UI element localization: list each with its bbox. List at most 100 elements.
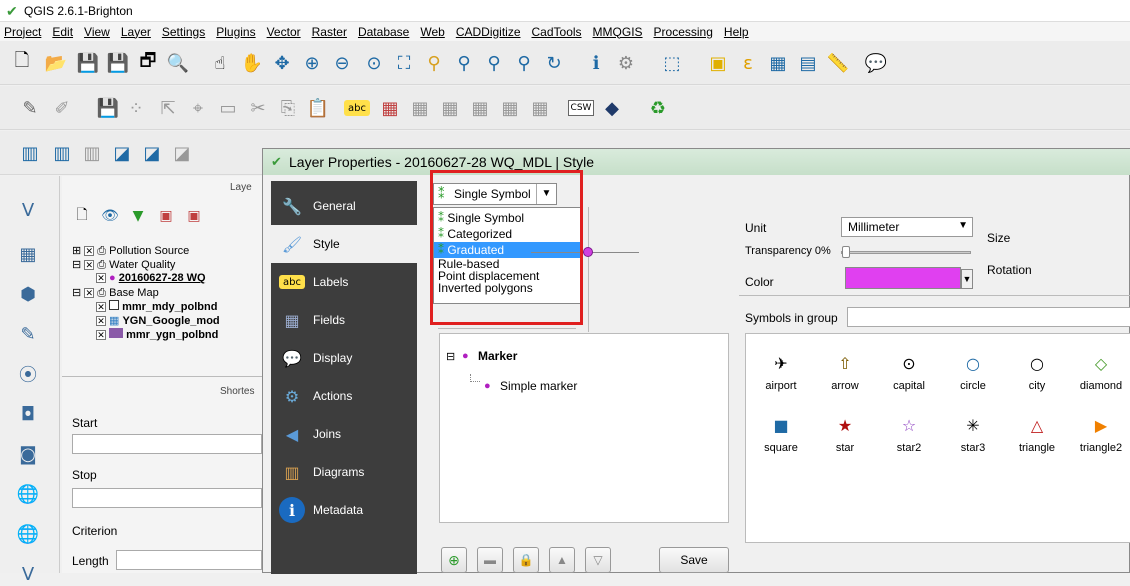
symbol-square[interactable]: ■ square xyxy=(750,416,812,454)
new-print-composer-icon[interactable]: 🗗 xyxy=(136,50,160,75)
menu-item-vector[interactable]: Vector xyxy=(267,25,301,39)
nav-item-labels[interactable]: abc Labels xyxy=(271,263,417,301)
chevron-down-icon[interactable]: ▼ xyxy=(958,220,968,231)
nav-item-actions[interactable]: ⚙ Actions xyxy=(271,377,417,415)
layer-item-base-map[interactable]: ⊟ ✕ ⎙ Base Map xyxy=(72,286,159,300)
composer-manager-icon[interactable]: 🔍 xyxy=(166,51,190,75)
statistics-icon[interactable]: ▤ xyxy=(796,51,820,75)
attribute-table-icon[interactable]: ▦ xyxy=(766,51,790,75)
node-tool-icon[interactable]: ⌖ xyxy=(186,96,210,120)
open-layer-styling-icon[interactable]: 🗋 xyxy=(70,204,94,228)
open-project-icon[interactable]: 📂 xyxy=(44,51,68,75)
symbols-group-input[interactable] xyxy=(847,307,1130,327)
length-input[interactable] xyxy=(116,550,262,570)
db-icon[interactable]: ◘ xyxy=(16,402,40,426)
move-down-button[interactable]: ▽ xyxy=(585,547,611,573)
wfs-icon[interactable]: ⦿ xyxy=(16,362,40,386)
menu-item-help[interactable]: Help xyxy=(724,25,749,39)
layer-checkbox[interactable]: ✕ xyxy=(96,316,106,327)
layer-item-wq[interactable]: ✕ ● 20160627-28 WQ xyxy=(96,272,206,284)
nav-item-metadata[interactable]: ℹ Metadata xyxy=(271,491,417,529)
zoom-full-icon[interactable]: ⛶ xyxy=(392,51,416,75)
layer-item-water-quality[interactable]: ⊟ ✕ ⎙ Water Quality xyxy=(72,258,175,272)
chevron-down-icon[interactable]: ▼ xyxy=(961,269,973,289)
openlayers-icon[interactable]: ◆ xyxy=(600,96,624,120)
nav-item-general[interactable]: 🔧 General xyxy=(271,187,417,225)
add-postgis-layer-icon[interactable]: ▥ xyxy=(80,141,104,165)
expand-all-icon[interactable]: ▣ xyxy=(154,204,178,228)
virtual-layer-icon[interactable]: V xyxy=(16,562,40,586)
stop-input[interactable] xyxy=(72,488,262,508)
measure-icon[interactable]: 📏 xyxy=(826,51,850,75)
tree-child-label[interactable]: Simple marker xyxy=(500,379,577,393)
tree-root-label[interactable]: Marker xyxy=(478,349,517,363)
move-up-button[interactable]: ▲ xyxy=(549,547,575,573)
add-symbol-layer-button[interactable]: ⊕ xyxy=(441,547,467,573)
collapse-icon[interactable]: ⊟ xyxy=(72,259,81,271)
pan-icon[interactable]: ✋ xyxy=(240,51,264,75)
layer-checkbox[interactable]: ✕ xyxy=(96,330,106,341)
new-vector-icon[interactable]: V xyxy=(16,198,40,222)
paste-features-icon[interactable]: 📋 xyxy=(306,96,330,120)
menu-item-view[interactable]: View xyxy=(84,25,110,39)
menu-item-project[interactable]: Project xyxy=(4,25,41,39)
deselect-icon[interactable]: ▣ xyxy=(706,51,730,75)
globe-wcs-icon[interactable]: 🌐 xyxy=(16,522,40,546)
add-mssql-icon[interactable]: ◪ xyxy=(140,141,164,165)
zoom-native-icon[interactable]: ⊙ xyxy=(362,51,386,75)
symbol-airport[interactable]: ✈ airport xyxy=(750,354,812,392)
visibility-icon[interactable]: 👁 xyxy=(98,204,122,228)
layer-checkbox[interactable]: ✕ xyxy=(96,302,106,313)
layer-item-ygn-google[interactable]: ✕ ▦ YGN_Google_mod xyxy=(96,314,220,327)
identify-icon[interactable]: ℹ xyxy=(584,51,608,75)
nav-item-joins[interactable]: ◀ Joins xyxy=(271,415,417,453)
edit-icon[interactable]: ✎ xyxy=(16,322,40,346)
add-oracle-icon[interactable]: ◪ xyxy=(170,141,194,165)
menu-item-edit[interactable]: Edit xyxy=(52,25,73,39)
add-raster-layer-icon[interactable]: ▥ xyxy=(50,141,74,165)
select-features-icon[interactable]: ⬚ xyxy=(660,51,684,75)
zoom-to-layer-icon[interactable]: ⚲ xyxy=(452,51,476,75)
menu-item-settings[interactable]: Settings xyxy=(162,25,205,39)
pan-to-selection-icon[interactable]: ✥ xyxy=(270,51,294,75)
color-button[interactable] xyxy=(845,267,961,289)
nav-item-fields[interactable]: ▦ Fields xyxy=(271,301,417,339)
add-spatialite-icon[interactable]: ◪ xyxy=(110,141,134,165)
zoom-to-selection-icon[interactable]: ⚲ xyxy=(422,51,446,75)
transparency-slider[interactable] xyxy=(841,246,971,258)
layer-checkbox[interactable]: ✕ xyxy=(84,288,95,299)
map-tips-icon[interactable]: 💬 xyxy=(864,51,888,75)
zoom-last-icon[interactable]: ⚲ xyxy=(482,51,506,75)
menu-item-database[interactable]: Database xyxy=(358,25,409,39)
symbol-star3[interactable]: ✳ star3 xyxy=(942,416,1004,454)
menu-item-layer[interactable]: Layer xyxy=(121,25,151,39)
delete-selected-icon[interactable]: ▭ xyxy=(216,96,240,120)
menu-item-raster[interactable]: Raster xyxy=(312,25,347,39)
add-feature-icon[interactable]: ⁘ xyxy=(124,96,148,120)
menu-item-mmqgis[interactable]: MMQGIS xyxy=(593,25,643,39)
raster-icon[interactable]: ▦ xyxy=(16,242,40,266)
rotate-label-icon[interactable]: ▦ xyxy=(498,96,522,120)
filter-legend-icon[interactable]: ▼ xyxy=(126,204,150,228)
refresh-icon[interactable]: ↻ xyxy=(542,51,566,75)
layer-item-pollution-source[interactable]: ⊞ ✕ ⎙ Pollution Source xyxy=(72,244,189,258)
touch-zoom-icon[interactable]: ☝ xyxy=(208,51,232,75)
label-toolbar-abc-icon[interactable]: abc xyxy=(344,100,370,116)
lock-layer-button[interactable]: 🔒 xyxy=(513,547,539,573)
expand-icon[interactable]: ⊞ xyxy=(72,245,81,257)
symbol-star[interactable]: ★ star xyxy=(814,416,876,454)
save-edits-icon[interactable]: 💾 xyxy=(96,96,120,120)
start-input[interactable] xyxy=(72,434,262,454)
new-project-icon[interactable]: 🗋 xyxy=(10,50,34,75)
zoom-out-icon[interactable]: ⊖ xyxy=(330,51,354,75)
menu-item-processing[interactable]: Processing xyxy=(654,25,713,39)
pin-labels-icon[interactable]: ▦ xyxy=(378,96,402,120)
copy-features-icon[interactable]: ⎘ xyxy=(276,96,300,120)
symbol-city[interactable]: ○ city xyxy=(1006,354,1068,392)
save-button[interactable]: Save xyxy=(659,547,729,573)
current-edits-icon[interactable]: ✎ xyxy=(18,96,42,120)
symbol-diamond[interactable]: ◇ diamond xyxy=(1070,354,1130,392)
layer-checkbox[interactable]: ✕ xyxy=(96,273,106,284)
menu-item-plugins[interactable]: Plugins xyxy=(216,25,255,39)
symbol-arrow[interactable]: ⇧ arrow xyxy=(814,354,876,392)
